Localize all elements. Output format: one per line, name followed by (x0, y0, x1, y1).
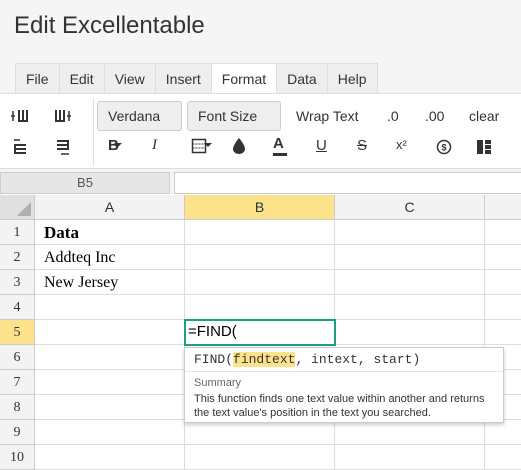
cell-d2[interactable] (485, 245, 521, 270)
cell-d5[interactable] (485, 320, 521, 345)
formula-input[interactable] (174, 172, 521, 194)
active-parameter: findtext (233, 352, 296, 367)
cell-a2[interactable]: Addteq Inc (35, 245, 185, 270)
italic-button[interactable]: I (152, 137, 157, 154)
cell-b10[interactable] (185, 445, 335, 470)
currency-symbol: $ (441, 143, 446, 153)
cell-d9[interactable] (485, 420, 521, 445)
font-size-dropdown[interactable]: Font Size (187, 101, 281, 148)
font-color-button[interactable]: A (273, 135, 287, 156)
select-all-corner[interactable] (0, 195, 35, 220)
wrap-text-button[interactable]: Wrap Text (296, 108, 359, 124)
font-color-swatch (273, 153, 287, 156)
cell-d1[interactable] (485, 220, 521, 245)
cell-d3[interactable] (485, 270, 521, 295)
underline-button[interactable]: U (316, 137, 327, 154)
cell-c3[interactable] (335, 270, 485, 295)
row-header-6[interactable]: 6 (0, 345, 35, 370)
tab-view[interactable]: View (104, 64, 156, 94)
cell-c1[interactable] (335, 220, 485, 245)
row-header-8[interactable]: 8 (0, 395, 35, 420)
column-header-b[interactable]: B (185, 195, 335, 220)
cell-d10[interactable] (485, 445, 521, 470)
column-header-a[interactable]: A (35, 195, 185, 220)
row-header-5[interactable]: 5 (0, 320, 35, 345)
fill-color-icon[interactable] (229, 136, 249, 156)
tab-data[interactable]: Data (277, 64, 328, 94)
cell-c5[interactable] (335, 320, 485, 345)
cell-a3[interactable]: New Jersey (35, 270, 185, 295)
insert-row-above-icon[interactable] (10, 137, 30, 157)
cell-reference-box[interactable]: B5 (0, 172, 170, 194)
font-size-label: Font Size (198, 108, 258, 124)
cell-b5-editor[interactable]: =FIND( (184, 319, 336, 346)
font-family-label: Verdana (108, 108, 161, 124)
row-header-10[interactable]: 10 (0, 445, 35, 470)
cell-c9[interactable] (335, 420, 485, 445)
cell-c4[interactable] (335, 295, 485, 320)
tab-file[interactable]: File (16, 64, 60, 94)
function-hint-popup: FIND(findtext, intext, start) Summary Th… (184, 347, 504, 423)
remaining-parameters: , intext, start) (295, 352, 421, 367)
font-color-label: A (273, 135, 284, 152)
tab-edit[interactable]: Edit (59, 64, 105, 94)
page-title: Edit Excellentable (14, 12, 205, 39)
select-all-icon (17, 202, 31, 216)
cell-b9[interactable] (185, 420, 335, 445)
formula-bar: B5 (0, 168, 521, 194)
cell-a7[interactable] (35, 370, 185, 395)
font-family-dropdown[interactable]: Verdana (97, 101, 182, 148)
cell-b3[interactable] (185, 270, 335, 295)
decrease-decimal-button[interactable]: .0 (387, 108, 399, 124)
toolbar-divider (93, 98, 94, 166)
menu-bar: File Edit View Insert Format Data Help (0, 58, 521, 95)
cell-a1[interactable]: Data (35, 220, 185, 245)
cell-c2[interactable] (335, 245, 485, 270)
insert-row-below-icon[interactable] (53, 137, 73, 157)
cell-b4[interactable] (185, 295, 335, 320)
excellentable-editor: Edit Excellentable File Edit View Insert… (0, 0, 521, 470)
column-header-d[interactable] (485, 195, 521, 220)
summary-label: Summary (194, 377, 242, 389)
row-header-7[interactable]: 7 (0, 370, 35, 395)
popup-divider (185, 371, 503, 372)
strikethrough-button[interactable]: S (357, 137, 367, 154)
summary-text: This function finds one text value withi… (194, 393, 485, 419)
row-header-1[interactable]: 1 (0, 220, 35, 245)
cell-a4[interactable] (35, 295, 185, 320)
function-signature: FIND(findtext, intext, start) (194, 352, 420, 367)
cell-a6[interactable] (35, 345, 185, 370)
currency-icon[interactable]: $ (434, 137, 454, 157)
cell-c10[interactable] (335, 445, 485, 470)
tab-insert[interactable]: Insert (155, 64, 212, 94)
row-header-4[interactable]: 4 (0, 295, 35, 320)
spreadsheet-grid: A B C 1 2 3 4 5 6 7 8 9 10 Data Addteq I… (0, 195, 521, 470)
format-toolbar: Verdana Font Size Wrap Text .0 .00 clear… (0, 93, 521, 167)
row-header-9[interactable]: 9 (0, 420, 35, 445)
row-header-2[interactable]: 2 (0, 245, 35, 270)
tab-help[interactable]: Help (327, 64, 378, 94)
title-bar: Edit Excellentable (0, 0, 521, 58)
row-header-3[interactable]: 3 (0, 270, 35, 295)
tab-format[interactable]: Format (211, 64, 278, 95)
cell-a5[interactable] (35, 320, 185, 345)
insert-col-left-icon[interactable] (10, 106, 30, 126)
clear-format-button[interactable]: clear (469, 108, 499, 124)
merge-icon[interactable] (474, 137, 494, 157)
cell-a10[interactable] (35, 445, 185, 470)
cell-b2[interactable] (185, 245, 335, 270)
border-icon[interactable] (189, 136, 209, 156)
increase-decimal-button[interactable]: .00 (425, 108, 444, 124)
cell-d4[interactable] (485, 295, 521, 320)
superscript-button[interactable]: x² (396, 137, 407, 152)
menu-tabs: File Edit View Insert Format Data Help (15, 63, 378, 95)
function-name: FIND( (194, 352, 234, 367)
bold-button[interactable]: B (108, 137, 119, 154)
cell-a8[interactable] (35, 395, 185, 420)
column-header-c[interactable]: C (335, 195, 485, 220)
cell-a9[interactable] (35, 420, 185, 445)
cell-b1[interactable] (185, 220, 335, 245)
insert-col-right-icon[interactable] (53, 106, 73, 126)
